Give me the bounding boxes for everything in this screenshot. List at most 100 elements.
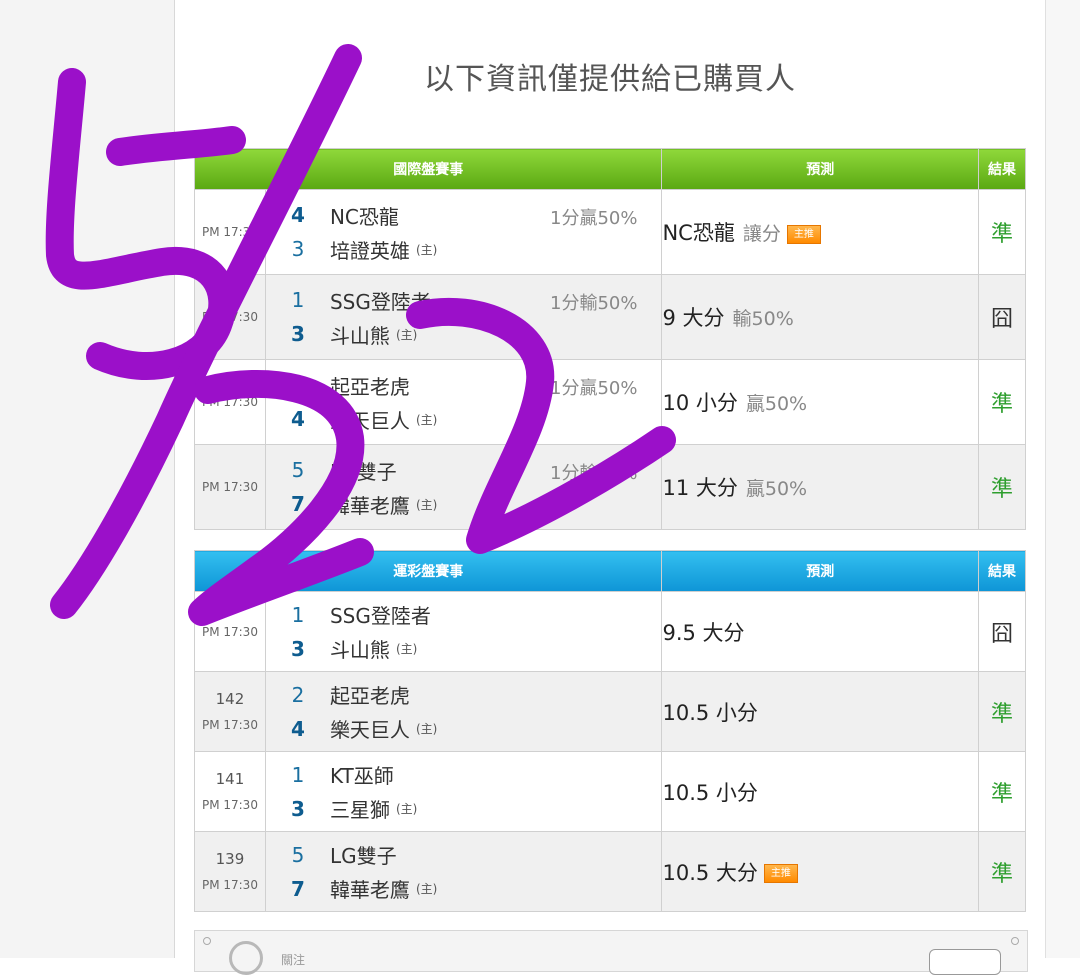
home-score: 3 (290, 322, 305, 346)
host-marker: (主) (415, 497, 438, 512)
host-marker: (主) (395, 642, 418, 656)
prediction-text: 10.5 小分 (662, 780, 758, 805)
follow-label: 關注 (281, 953, 306, 967)
prediction-text: 10 小分 (662, 391, 738, 415)
table-row: 142 PM 17:30 2 起亞老虎 4 樂天巨人 (主) 10.5 小分 準 (194, 671, 1026, 752)
prediction-cell: 10.5 小分 (661, 671, 980, 752)
home-team[interactable]: 韓華老鷹 (330, 874, 410, 903)
home-team[interactable]: 三星獅 (330, 794, 390, 823)
away-team[interactable]: NC恐龍 (330, 201, 399, 230)
spread-line: 1分贏50% (550, 208, 638, 229)
lottery-prediction-header: 預測 (661, 550, 980, 592)
featured-pick-badge: 主推 (786, 224, 821, 244)
home-score: 7 (290, 492, 305, 516)
prediction-note: 贏50% (745, 393, 808, 415)
result-cell: 囧 (978, 274, 1026, 360)
game-number: 139 (215, 849, 245, 868)
result-cell: 準 (978, 831, 1026, 912)
lottery-result-header: 結果 (978, 550, 1026, 592)
home-team[interactable]: 樂天巨人 (330, 405, 410, 434)
game-time-cell: PM 17:30 (194, 444, 266, 530)
prediction-cell: 10 小分 贏50% (661, 359, 980, 445)
corner-dot-icon (203, 937, 211, 945)
away-score: 1 (291, 602, 305, 627)
table-row: PM 17:30 2 起亞老虎 4 樂天巨人 (主) 1分贏50% 10 小分 贏50%… (194, 359, 1026, 445)
teams-cell: 1 SSG登陸者 3 斗山熊 (主) 1分輸50% (264, 274, 663, 360)
home-score: 3 (291, 237, 305, 261)
table-row: PM 17:30 5 LG雙子 7 韓華老鷹 (主) 1分輸50% 11 大分 贏50%… (194, 444, 1026, 530)
home-team[interactable]: 斗山熊 (330, 634, 390, 663)
avatar[interactable] (229, 941, 263, 975)
teams-cell: 2 起亞老虎 4 樂天巨人 (主) (264, 671, 663, 752)
prediction-cell: 10.5 大分 主推 (661, 831, 980, 912)
prediction-text: 9.5 大分 (662, 620, 745, 645)
prediction-cell: 10.5 小分 (661, 751, 980, 832)
away-team[interactable]: LG雙子 (330, 456, 397, 485)
away-team[interactable]: SSG登陸者 (330, 600, 431, 629)
corner-dot-icon (1011, 937, 1019, 945)
away-team[interactable]: 起亞老虎 (330, 371, 410, 400)
follow-button[interactable] (929, 949, 1001, 975)
away-team[interactable]: LG雙子 (330, 840, 397, 869)
game-time-cell: 139 PM 17:30 (194, 831, 266, 912)
home-team[interactable]: 斗山熊 (330, 320, 390, 349)
home-score: 3 (290, 796, 305, 821)
international-header-row: 國際盤賽事 預測 結果 (193, 148, 1026, 190)
table-row: PM 17:30 4 NC恐龍 3 培證英雄 (主) 1分贏50% NC恐龍 讓分 主推 … (194, 189, 1026, 275)
game-time: PM 17:30 (201, 480, 258, 494)
home-team[interactable]: 培證英雄 (330, 235, 410, 264)
page-title: 以下資訊僅提供給已購買人 (424, 62, 796, 97)
lottery-header-row: 運彩盤賽事 預測 結果 (193, 550, 1026, 592)
featured-pick-badge: 主推 (763, 864, 798, 883)
teams-cell: 5 LG雙子 7 韓華老鷹 (主) 1分輸50% (264, 444, 663, 530)
game-number: 142 (215, 689, 245, 708)
teams-cell: 2 起亞老虎 4 樂天巨人 (主) 1分贏50% (264, 359, 663, 445)
away-score: 5 (291, 842, 305, 867)
host-marker: (主) (395, 327, 418, 342)
intl-result-header: 結果 (978, 148, 1026, 190)
game-time-cell: 141 PM 17:30 (194, 751, 266, 832)
away-score: 2 (291, 373, 305, 397)
game-time: PM 17:30 (201, 225, 258, 239)
game-time-cell: PM 17:30 (194, 591, 266, 672)
prediction-cell: 9 大分 輸50% (661, 274, 980, 360)
away-score: 5 (291, 458, 305, 482)
prediction-note: 輸50% (732, 308, 794, 330)
host-marker: (主) (415, 412, 438, 427)
result-cell: 準 (978, 189, 1026, 275)
spread-line: 1分輸50% (550, 293, 638, 314)
game-time-cell: 142 PM 17:30 (194, 671, 266, 752)
prediction-cell: NC恐龍 讓分 主推 (661, 189, 980, 275)
table-row: 141 PM 17:30 1 KT巫師 3 三星獅 (主) 10.5 小分 準 (194, 751, 1026, 832)
author-follow-bar: 關注 (194, 930, 1028, 975)
home-team[interactable]: 韓華老鷹 (330, 490, 410, 519)
prediction-cell: 11 大分 贏50% (661, 444, 980, 530)
game-time: PM 17:30 (201, 310, 258, 324)
away-score: 2 (291, 682, 305, 707)
teams-cell: 1 KT巫師 3 三星獅 (主) (264, 751, 663, 832)
game-time: PM 17:30 (201, 624, 258, 639)
teams-cell: 4 NC恐龍 3 培證英雄 (主) 1分贏50% (264, 189, 663, 275)
prediction-text: 10.5 小分 (662, 700, 758, 725)
game-time-cell: PM 17:30 (194, 274, 266, 360)
sports-lottery-games-table: 運彩盤賽事 預測 結果 PM 17:30 1 SSG登陸者 3 斗山熊 (主) 9.5… (193, 550, 1026, 912)
host-marker: (主) (415, 242, 438, 257)
result-cell: 囧 (978, 591, 1026, 672)
prediction-note: 贏50% (745, 478, 808, 500)
prediction-cell: 9.5 大分 (661, 591, 980, 672)
host-marker: (主) (395, 802, 418, 816)
game-time: PM 17:30 (201, 717, 258, 732)
home-team[interactable]: 樂天巨人 (330, 714, 410, 743)
lottery-event-header: 運彩盤賽事 (193, 550, 663, 592)
teams-cell: 5 LG雙子 7 韓華老鷹 (主) (264, 831, 663, 912)
away-score: 1 (291, 288, 305, 312)
away-team[interactable]: SSG登陸者 (330, 286, 431, 315)
international-games-table: 國際盤賽事 預測 結果 PM 17:30 4 NC恐龍 3 培證英雄 (主) 1分贏5… (193, 148, 1026, 530)
away-team[interactable]: 起亞老虎 (330, 680, 410, 709)
home-score: 7 (290, 876, 305, 901)
away-team[interactable]: KT巫師 (330, 760, 394, 789)
result-cell: 準 (978, 671, 1026, 752)
spread-line: 1分贏50% (550, 378, 638, 399)
intl-event-header: 國際盤賽事 (193, 148, 663, 190)
prediction-text: 11 大分 (662, 476, 738, 500)
